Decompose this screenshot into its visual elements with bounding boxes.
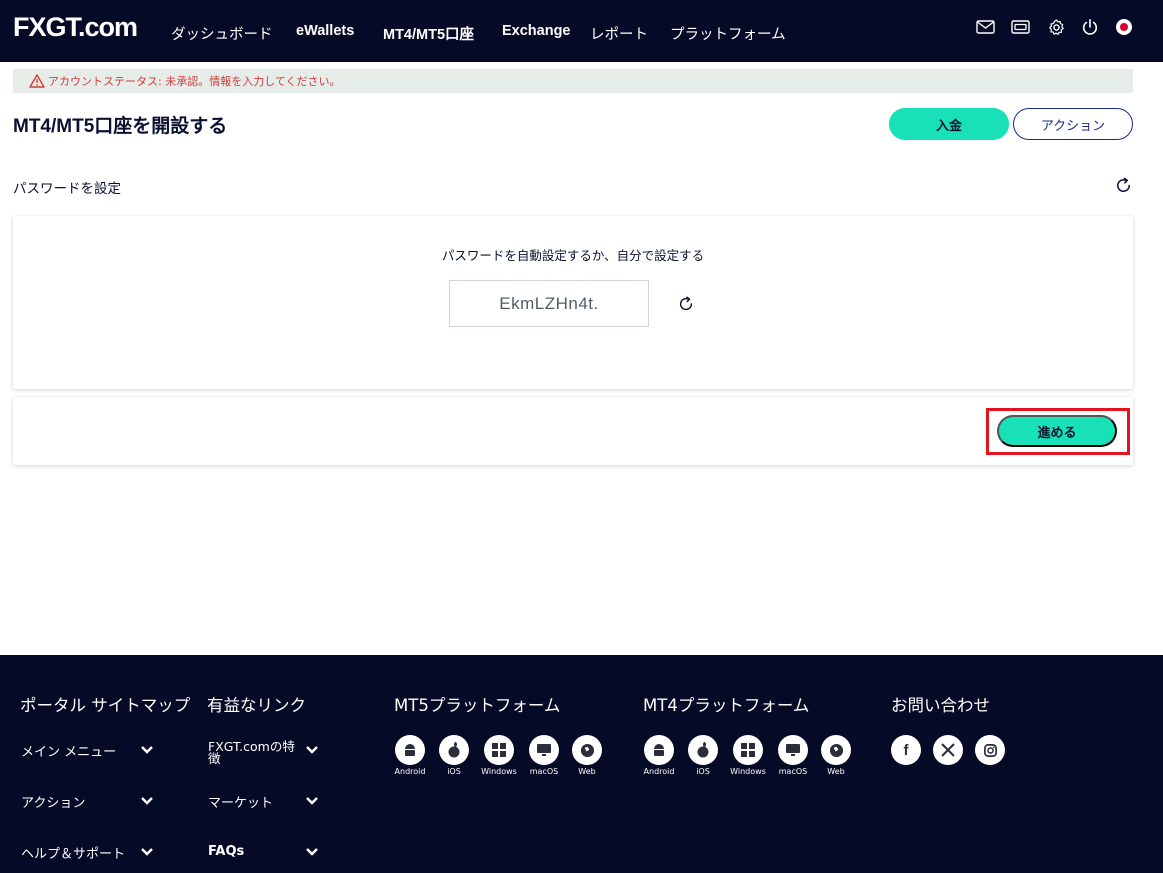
japan-flag-icon[interactable] (1114, 17, 1134, 37)
footer-heading-mt4: MT4プラットフォーム (643, 696, 810, 715)
instagram-icon[interactable] (975, 735, 1005, 765)
platform-label: macOS (529, 767, 559, 776)
android-icon (644, 735, 674, 765)
apple-icon (688, 735, 718, 765)
chevron-down-icon[interactable] (305, 745, 319, 755)
password-card: パスワードを自動設定するか、自分で設定する EkmLZHn4t. (13, 216, 1133, 389)
mt4-macos-link[interactable]: macOS (771, 735, 815, 776)
mt4-windows-link[interactable]: Windows (726, 735, 770, 776)
proceed-button[interactable]: 進める (997, 415, 1117, 447)
top-navigation-bar: FXGT.com ダッシュボード eWallets MT4/MT5口座 Exch… (0, 0, 1163, 62)
globe-icon (572, 735, 602, 765)
footer-link-fxgt-features[interactable]: FXGT.comの特徴 (208, 740, 303, 765)
footer-heading-portal: ポータル サイトマップ (20, 696, 191, 715)
footer: ポータル サイトマップ メイン メニュー アクション ヘルプ＆サポート 有益なリ… (0, 655, 1163, 873)
mail-icon[interactable] (975, 17, 995, 37)
android-icon (395, 735, 425, 765)
footer-link-help-support[interactable]: ヘルプ＆サポート (21, 843, 125, 862)
footer-heading-contact: お問い合わせ (891, 696, 990, 715)
mt5-windows-link[interactable]: Windows (477, 735, 521, 776)
section-label-set-password: パスワードを設定 (13, 181, 121, 197)
mt4-android-link[interactable]: Android (637, 735, 681, 776)
refresh-icon[interactable] (1114, 176, 1133, 199)
platform-label: iOS (447, 767, 461, 776)
password-instruction: パスワードを自動設定するか、自分で設定する (441, 248, 705, 263)
nav-mt4-mt5-accounts[interactable]: MT4/MT5口座 (383, 23, 474, 44)
action-button[interactable]: アクション (1013, 108, 1133, 140)
password-field[interactable]: EkmLZHn4t. (449, 280, 649, 327)
warning-icon (29, 73, 45, 92)
mt5-android-link[interactable]: Android (388, 735, 432, 776)
mt5-ios-link[interactable]: iOS (432, 735, 476, 776)
footer-link-markets[interactable]: マーケット (208, 792, 273, 811)
proceed-card: 進める (13, 397, 1133, 465)
platform-label: Windows (481, 767, 517, 776)
nav-exchange[interactable]: Exchange (502, 23, 571, 39)
footer-heading-useful-links: 有益なリンク (207, 696, 306, 715)
deposit-button[interactable]: 入金 (889, 108, 1009, 140)
x-icon[interactable] (933, 735, 963, 765)
windows-icon (484, 735, 514, 765)
chevron-down-icon[interactable] (305, 847, 319, 857)
nav-ewallets[interactable]: eWallets (296, 23, 354, 39)
footer-link-faqs[interactable]: FAQs (208, 844, 244, 859)
power-icon[interactable] (1080, 17, 1100, 37)
wallet-icon[interactable] (1010, 17, 1030, 37)
fxgt-logo[interactable]: FXGT.com (13, 12, 138, 43)
gear-icon[interactable] (1046, 17, 1066, 37)
chevron-down-icon[interactable] (305, 796, 319, 806)
footer-link-actions[interactable]: アクション (21, 792, 85, 811)
macos-icon (529, 735, 559, 765)
mt4-ios-link[interactable]: iOS (681, 735, 725, 776)
platform-label: Windows (730, 767, 766, 776)
alert-message: アカウントステータス: 未承認。情報を入力してください。 (48, 75, 341, 88)
platform-label: macOS (778, 767, 808, 776)
facebook-icon[interactable]: f (891, 735, 921, 765)
apple-icon (439, 735, 469, 765)
account-status-alert: アカウントステータス: 未承認。情報を入力してください。 (13, 69, 1133, 93)
platform-label: Android (394, 767, 426, 776)
footer-heading-mt5: MT5プラットフォーム (394, 696, 561, 715)
mt5-web-link[interactable]: Web (565, 735, 609, 776)
footer-link-main-menu[interactable]: メイン メニュー (21, 741, 116, 760)
nav-platforms[interactable]: プラットフォーム (670, 23, 786, 44)
regenerate-password-icon[interactable] (677, 295, 695, 317)
chevron-down-icon[interactable] (140, 847, 154, 857)
windows-icon (733, 735, 763, 765)
globe-icon (821, 735, 851, 765)
page-title: MT4/MT5口座を開設する (13, 116, 228, 137)
platform-label: Web (578, 767, 596, 776)
macos-icon (778, 735, 808, 765)
chevron-down-icon[interactable] (140, 796, 154, 806)
platform-label: iOS (696, 767, 710, 776)
mt4-web-link[interactable]: Web (814, 735, 858, 776)
nav-dashboard[interactable]: ダッシュボード (171, 23, 273, 44)
platform-label: Android (643, 767, 675, 776)
chevron-down-icon[interactable] (140, 745, 154, 755)
platform-label: Web (827, 767, 845, 776)
mt5-macos-link[interactable]: macOS (522, 735, 566, 776)
nav-reports[interactable]: レポート (590, 23, 648, 44)
